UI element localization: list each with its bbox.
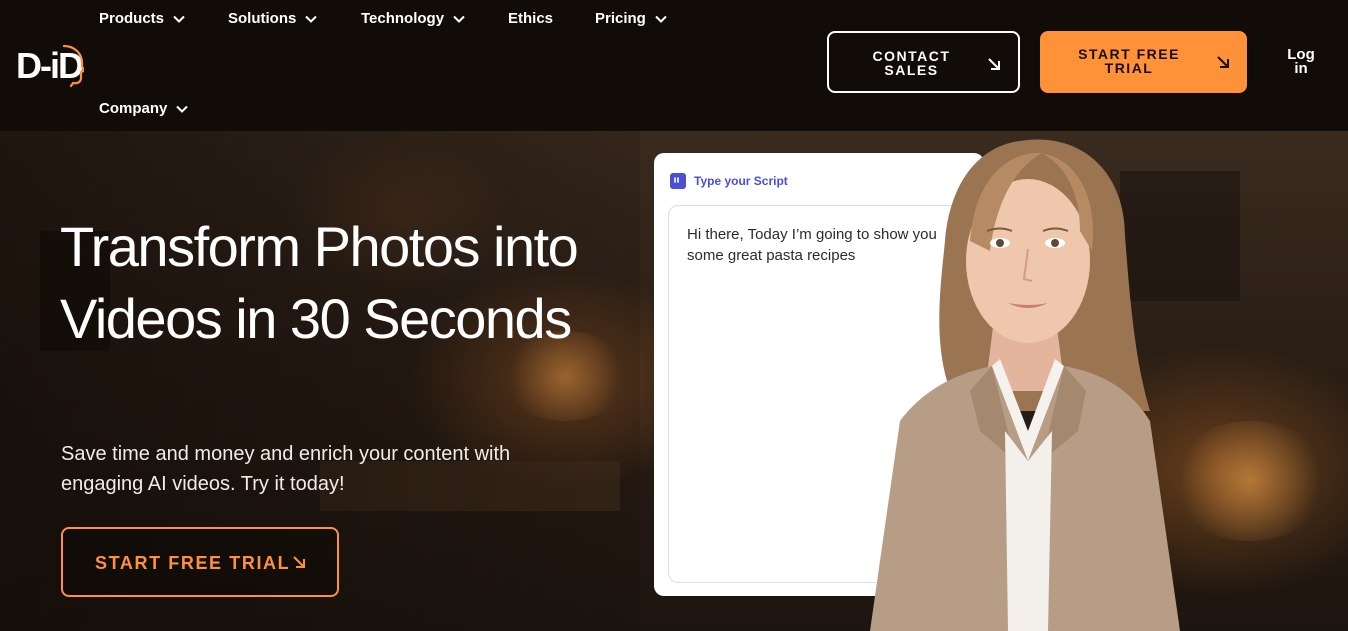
arrow-down-right-icon bbox=[988, 58, 1000, 70]
arrow-down-right-icon bbox=[1217, 56, 1229, 68]
nav-technology-label: Technology bbox=[361, 10, 445, 27]
quote-icon bbox=[670, 173, 686, 189]
contact-sales-label: CONTACT SALES bbox=[872, 48, 951, 78]
site-header: D-iD Products Solutions Technology Ethic… bbox=[0, 0, 1348, 131]
d-id-logo[interactable]: D-iD bbox=[16, 42, 86, 92]
hero-title: Transform Photos into Videos in 30 Secon… bbox=[60, 215, 579, 350]
nav-pricing-label: Pricing bbox=[595, 10, 646, 27]
nav-company[interactable]: Company bbox=[99, 100, 189, 117]
hero-section: Transform Photos into Videos in 30 Secon… bbox=[0, 131, 1348, 631]
start-free-trial-header-label: START FREE TRIAL bbox=[1078, 46, 1180, 76]
start-free-trial-label: START FREE TRIAL bbox=[95, 553, 291, 573]
nav-technology[interactable]: Technology bbox=[361, 10, 466, 27]
nav-ethics-label: Ethics bbox=[508, 10, 554, 27]
nav-products[interactable]: Products bbox=[99, 10, 186, 27]
nav-pricing[interactable]: Pricing bbox=[595, 10, 668, 27]
chevron-down-icon bbox=[305, 15, 318, 23]
chevron-down-icon bbox=[655, 15, 667, 23]
nav-solutions[interactable]: Solutions bbox=[228, 10, 318, 27]
script-card-title: Type your Script bbox=[694, 174, 788, 188]
contact-sales-button[interactable]: CONTACT SALES bbox=[827, 31, 1020, 93]
nav-solutions-label: Solutions bbox=[228, 10, 297, 27]
hero-subtitle: Save time and money and enrich your cont… bbox=[61, 443, 511, 495]
nav-company-label: Company bbox=[99, 100, 168, 117]
login-link[interactable]: Log in bbox=[1286, 47, 1316, 76]
arrow-down-right-icon bbox=[293, 556, 305, 568]
start-free-trial-button[interactable]: START FREE TRIAL bbox=[61, 527, 339, 597]
start-free-trial-header-button[interactable]: START FREE TRIAL bbox=[1040, 31, 1247, 93]
nav-ethics[interactable]: Ethics bbox=[508, 10, 553, 27]
nav-products-label: Products bbox=[99, 10, 165, 27]
ai-presenter-image bbox=[870, 139, 1180, 631]
chevron-down-icon bbox=[173, 15, 185, 23]
logo-head-icon bbox=[62, 44, 84, 88]
chevron-down-icon bbox=[453, 15, 465, 23]
script-card-header: Type your Script bbox=[670, 173, 788, 189]
chevron-down-icon bbox=[176, 105, 189, 113]
